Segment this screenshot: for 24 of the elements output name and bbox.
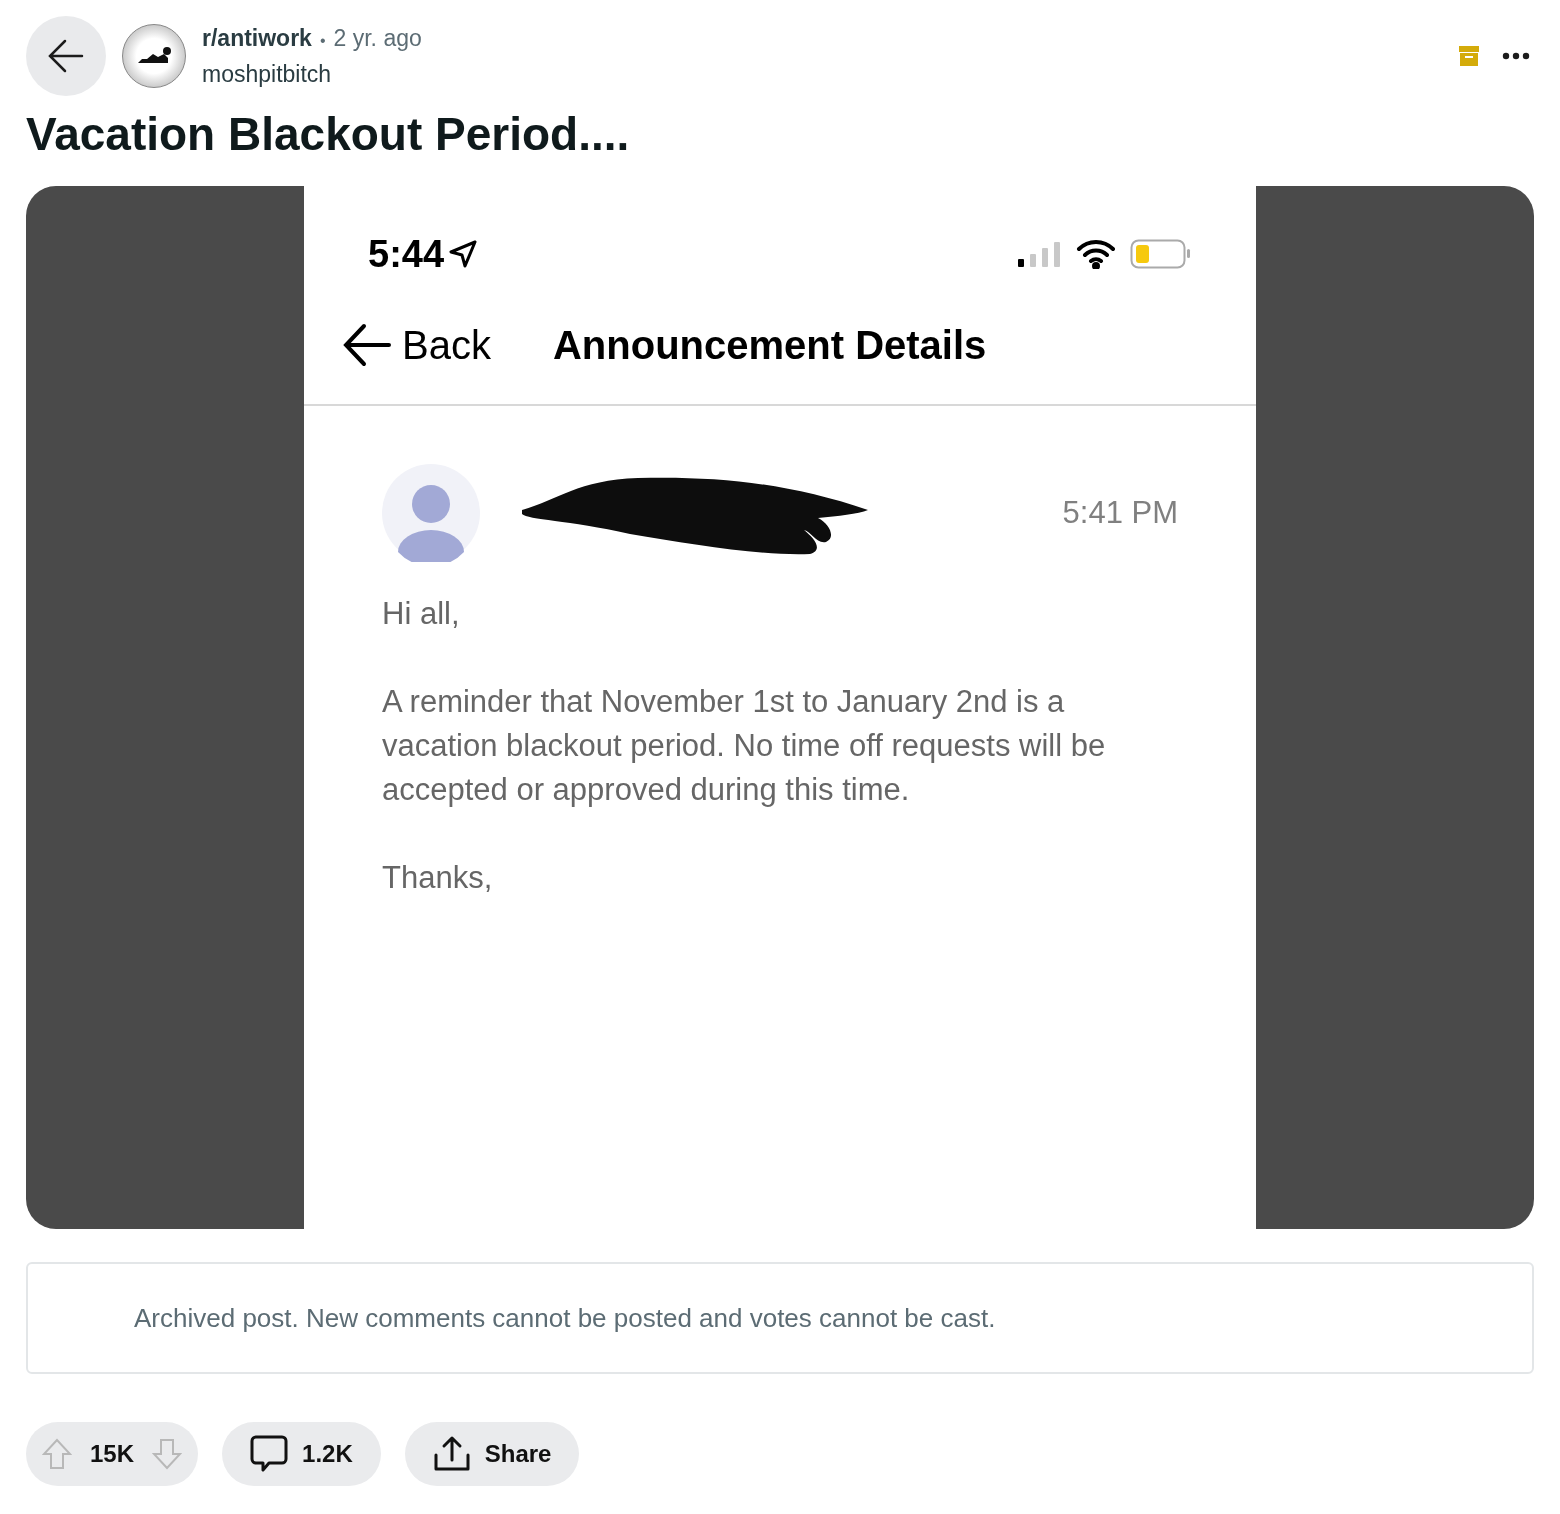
separator: • [319,30,326,51]
back-button[interactable]: Back [342,315,491,375]
more-options-icon[interactable] [1502,52,1530,60]
clock: 5:44 [368,231,445,277]
message-paragraph: Thanks, [382,859,494,897]
location-arrow-icon [448,239,479,269]
screen-title: Announcement Details [552,322,987,369]
comments-button[interactable]: 1.2K [222,1422,381,1486]
signal-icon [1018,240,1062,268]
speech-bubble-icon [250,1435,289,1473]
message-time: 5:41 PM [1062,493,1178,532]
archived-notice: Archived post. New comments cannot be posted and votes cannot be cast. [134,1301,996,1335]
message-paragraph: A reminder that November 1st to January 2nd is a vacation blackout period. No time off requests will be accepted or approved during this time. [382,683,1107,809]
vote-count: 15K [90,1439,135,1469]
battery-icon [1130,239,1192,269]
avatar-icon [382,464,480,562]
post-title: Vacation Blackout Period.... [26,107,631,162]
subreddit-link[interactable]: r/antiwork [202,20,312,55]
share-button[interactable]: Share [404,1422,580,1486]
message-paragraph: Hi all, [382,595,461,633]
post-age: 2 yr. ago [333,23,422,53]
wifi-icon [1076,239,1116,269]
author-link[interactable]: moshpitbitch [202,57,422,92]
share-icon [432,1435,471,1473]
